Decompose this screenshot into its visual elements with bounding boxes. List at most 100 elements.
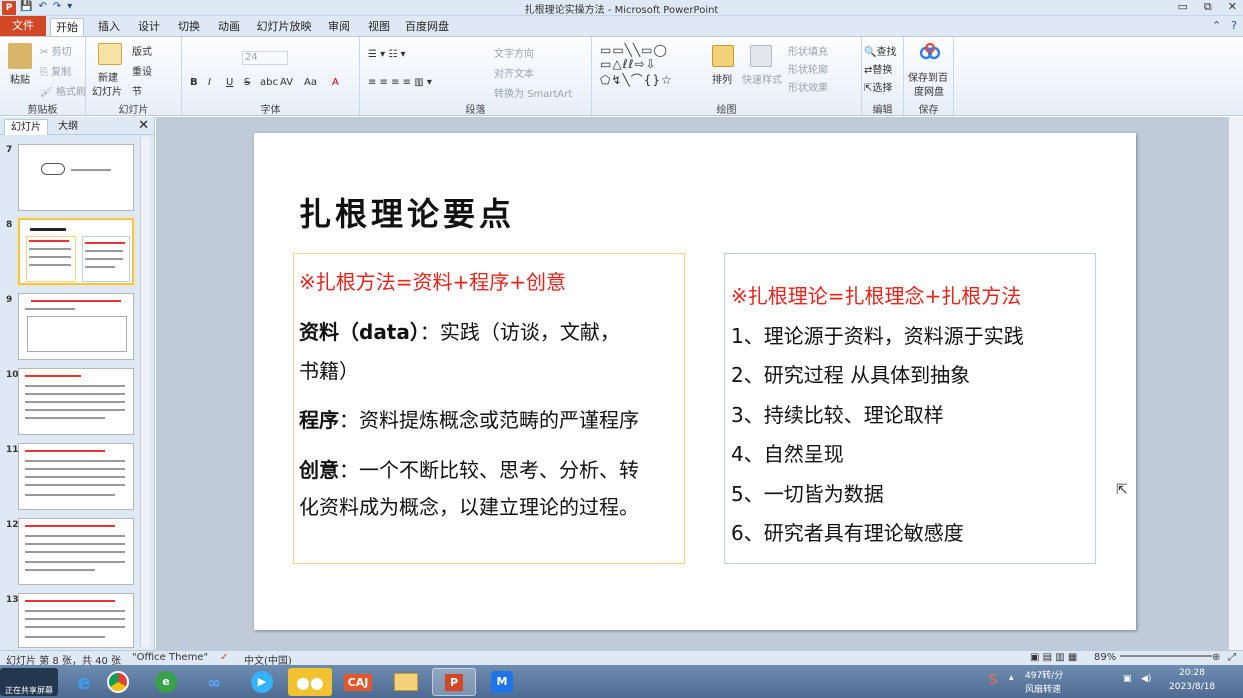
text-direction-button[interactable]: 文字方向	[494, 45, 534, 60]
left-text-box[interactable]: ※扎根方法=资料+程序+创意 资料（data）：实践（访谈，文献， 书籍） 程序…	[293, 253, 685, 564]
window-controls: ▭ ⧉ ✕	[1178, 0, 1237, 14]
slide-thumbnail-9[interactable]	[18, 293, 134, 360]
arrange-icon[interactable]	[712, 45, 734, 67]
bullets-icon[interactable]: ☰ ▾ ☷ ▾	[368, 49, 406, 60]
video-player-icon[interactable]: ▶	[240, 668, 284, 696]
new-slide-icon[interactable]	[98, 43, 122, 65]
new-slide-dropdown[interactable]: 幻灯片	[92, 83, 122, 98]
bold-button[interactable]: B	[190, 77, 198, 88]
paragraph-label: 段落	[465, 105, 486, 116]
powerpoint-taskbar-icon[interactable]: P	[432, 668, 476, 696]
quick-styles-icon[interactable]	[750, 45, 772, 67]
align-text-button[interactable]: 对齐文本	[494, 65, 534, 80]
shadow-button[interactable]: abc	[260, 77, 278, 88]
chrome-icon[interactable]	[96, 668, 140, 696]
tab-view[interactable]: 视图	[362, 18, 396, 36]
edge-icon[interactable]: e	[144, 668, 188, 696]
slide-number: 12	[6, 520, 19, 530]
theme-name[interactable]: "Office Theme"	[132, 652, 208, 663]
tab-slideshow[interactable]: 幻灯片放映	[254, 18, 314, 36]
tab-baidu[interactable]: 百度网盘	[402, 18, 452, 36]
spacing-button[interactable]: AV	[280, 77, 293, 88]
thumbnails-scrollbar[interactable]	[140, 137, 150, 647]
current-slide[interactable]: 扎根理论要点 ※扎根方法=资料+程序+创意 资料（data）：实践（访谈，文献，…	[254, 133, 1136, 630]
tab-transitions[interactable]: 切换	[172, 18, 206, 36]
arrange-button[interactable]: 排列	[712, 71, 732, 86]
network-icon[interactable]: ▣	[1123, 674, 1132, 684]
case-button[interactable]: Aa	[304, 77, 317, 88]
align-icons[interactable]: ≡ ≡ ≡ ≡ ▥ ▾	[368, 77, 432, 88]
italic-button[interactable]: I	[208, 77, 211, 88]
status-bar: 幻灯片 第 8 张，共 40 张 "Office Theme" ✓ 中文(中国)…	[0, 650, 1243, 667]
slide-number: 11	[6, 445, 19, 455]
box1-line1-cont: 书籍）	[299, 359, 359, 383]
save-to-baidu-button[interactable]: 保存到百	[908, 69, 948, 84]
smartart-button[interactable]: 转换为 SmartArt	[494, 85, 572, 100]
restore-button[interactable]: ⧉	[1204, 0, 1212, 14]
sogou-ime-icon[interactable]: S	[989, 673, 997, 688]
volume-icon[interactable]: ◀)	[1141, 674, 1151, 684]
tab-insert[interactable]: 插入	[92, 18, 126, 36]
replace-button[interactable]: ⇄替换	[864, 61, 892, 76]
strike-button[interactable]: S	[244, 77, 250, 88]
box1-line2: 程序：资料提炼概念或范畴的严谨程序	[299, 408, 639, 432]
copy-button[interactable]: ⎘ 复制	[40, 63, 71, 78]
font-size-select[interactable]: 24	[242, 51, 288, 65]
slide-thumbnail-12[interactable]	[18, 518, 134, 585]
slide-thumbnail-10[interactable]	[18, 368, 134, 435]
minimize-button[interactable]: ▭	[1178, 0, 1188, 14]
zoom-in-icon[interactable]: ⊕	[1212, 652, 1220, 663]
right-text-box[interactable]: ※扎根理论=扎根理念+扎根方法 1、理论源于资料，资料源于实践 2、研究过程 从…	[724, 253, 1096, 564]
reset-button[interactable]: 重设	[132, 63, 152, 78]
tab-review[interactable]: 审阅	[322, 18, 356, 36]
tab-animations[interactable]: 动画	[212, 18, 246, 36]
shape-fill-button[interactable]: 形状填充	[788, 43, 828, 58]
box2-heading: ※扎根理论=扎根理念+扎根方法	[731, 284, 1022, 308]
font-color-button[interactable]: A	[332, 77, 339, 88]
file-explorer-icon[interactable]	[384, 668, 428, 696]
fit-window-icon[interactable]: ⤢	[1228, 652, 1236, 663]
spellcheck-icon[interactable]: ✓	[220, 652, 228, 663]
close-panel-button[interactable]: ✕	[138, 118, 149, 133]
shape-outline-button[interactable]: 形状轮廓	[788, 61, 828, 76]
help-icon[interactable]: ?	[1231, 19, 1237, 32]
cut-button[interactable]: ✂ 剪切	[40, 43, 72, 58]
shape-effects-button[interactable]: 形状效果	[788, 79, 828, 94]
baidu-netdisk-icon[interactable]: ∞	[192, 668, 236, 696]
tab-design[interactable]: 设计	[132, 18, 166, 36]
box2-item: 4、自然呈现	[731, 442, 844, 466]
paste-button[interactable]: 粘贴	[10, 71, 30, 86]
close-button[interactable]: ✕	[1228, 0, 1237, 14]
drawing-label: 绘图	[716, 105, 737, 116]
tab-slides[interactable]: 幻灯片	[4, 119, 48, 135]
slide-thumbnail-8[interactable]	[18, 218, 134, 285]
tray-expand-icon[interactable]: ▴	[1009, 673, 1014, 683]
select-button[interactable]: ⇱选择	[864, 79, 892, 94]
caj-viewer-icon[interactable]: CAJ	[336, 668, 380, 696]
slide-thumbnail-7[interactable]	[18, 144, 134, 211]
underline-button[interactable]: U	[226, 77, 233, 88]
quick-styles-button[interactable]: 快速样式	[742, 71, 782, 86]
paste-icon[interactable]	[8, 43, 32, 69]
wechat-icon[interactable]: ●●	[288, 668, 332, 696]
slide-thumbnail-13[interactable]	[18, 593, 134, 648]
new-slide-button[interactable]: 新建	[98, 69, 118, 84]
tab-file[interactable]: 文件	[0, 16, 46, 36]
layout-button[interactable]: 版式	[132, 43, 152, 58]
slide-title[interactable]: 扎根理论要点	[299, 189, 515, 235]
tab-outline[interactable]: 大纲	[52, 119, 84, 135]
format-painter-button[interactable]: 🖌 格式刷	[40, 83, 86, 98]
zoom-slider[interactable]	[1120, 655, 1212, 657]
minimize-ribbon-icon[interactable]: ⌃	[1212, 19, 1221, 32]
view-buttons[interactable]: ▣ ▤ ▥ ▦	[1030, 652, 1077, 663]
section-button[interactable]: 节	[132, 83, 142, 98]
slide-scrollbar[interactable]	[1228, 117, 1243, 650]
shapes-gallery[interactable]: ▭▭╲╲▭◯ ▭△ℓℓ⇨⇩ ⬠↯╲⌒{}☆	[600, 43, 673, 88]
tab-home[interactable]: 开始	[50, 18, 84, 36]
find-button[interactable]: 🔍查找	[864, 43, 896, 58]
zoom-level[interactable]: 89%	[1094, 652, 1116, 663]
slide-thumbnail-11[interactable]	[18, 443, 134, 510]
baidu-cloud-icon[interactable]	[919, 42, 941, 61]
tencent-meeting-icon[interactable]: M	[480, 668, 524, 696]
share-screen-button[interactable]: 正在共享屏幕	[0, 668, 58, 696]
